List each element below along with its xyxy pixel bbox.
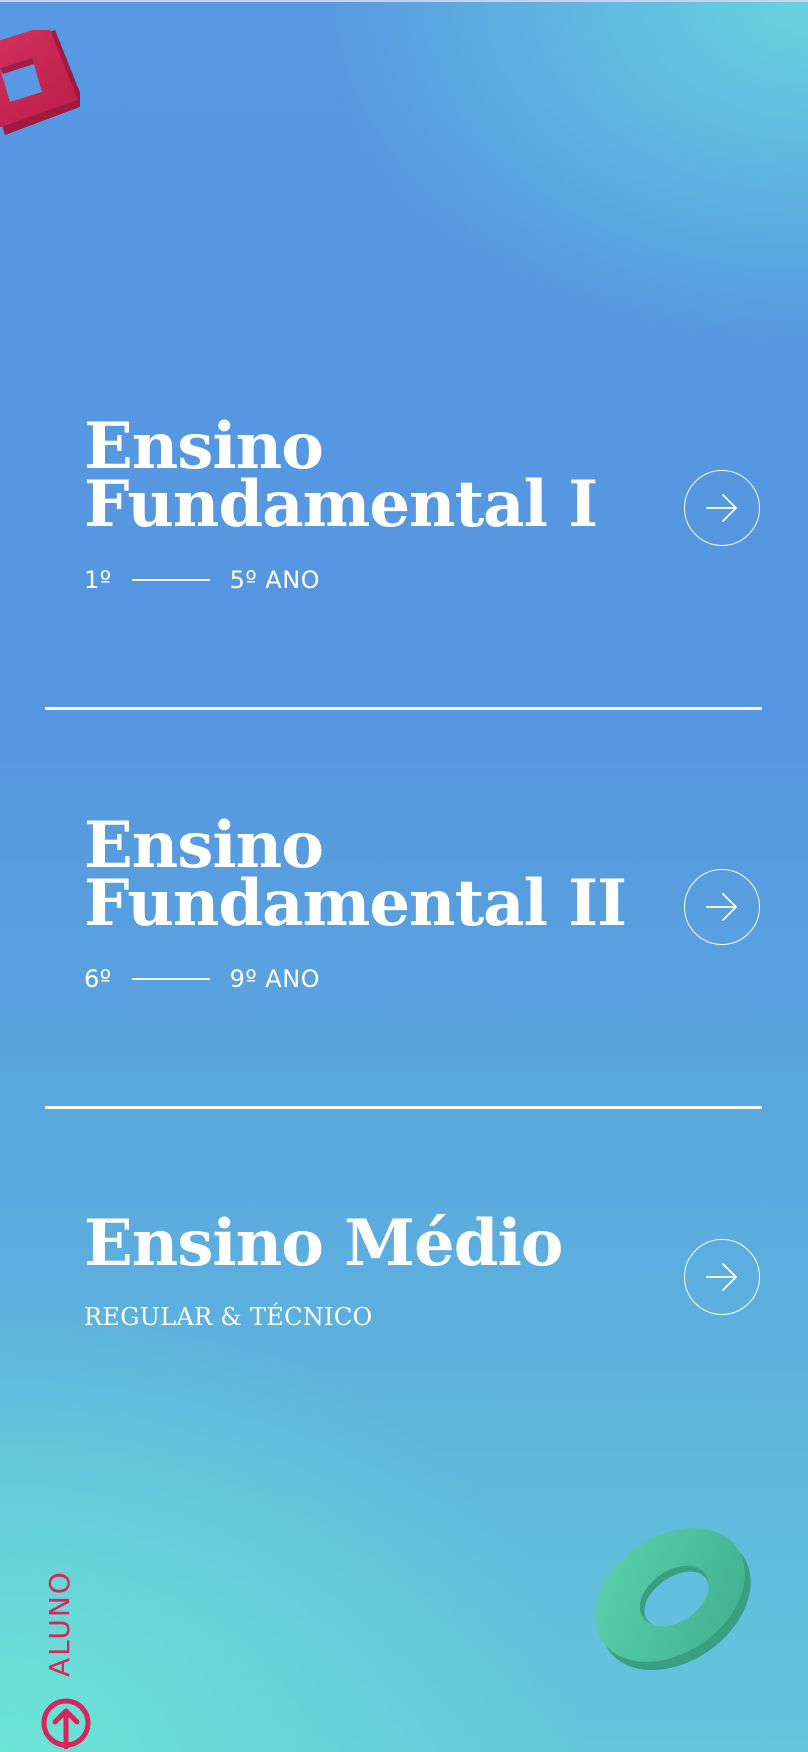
level-item-fundamental-1[interactable]: Ensino Fundamental I 1º 5º ANO <box>84 415 764 595</box>
arrow-up-circle-icon <box>41 1698 91 1749</box>
arrow-right-icon <box>706 893 737 921</box>
range-line <box>131 579 210 581</box>
divider <box>45 1106 762 1109</box>
level-title-line1: Ensino Médio <box>84 1206 563 1281</box>
level-grade-range: 6º 9º ANO <box>84 965 764 993</box>
medio-arrow-button[interactable] <box>684 1239 760 1315</box>
level-title-line2: Fundamental II <box>84 866 627 941</box>
level-grade-range: 1º 5º ANO <box>84 566 764 594</box>
arrow-right-icon <box>706 1263 737 1291</box>
ring-3d-icon <box>595 1528 751 1671</box>
divider <box>45 707 762 710</box>
arrow-right-icon <box>706 494 737 522</box>
level-item-medio[interactable]: Ensino Médio REGULAR & TÉCNICO <box>84 1206 764 1332</box>
page: Ensino Fundamental I 1º 5º ANO Ensino Fu… <box>0 0 808 1752</box>
fundamental-1-arrow-button[interactable] <box>684 470 760 546</box>
level-item-fundamental-2[interactable]: Ensino Fundamental II 6º 9º ANO <box>84 814 764 994</box>
range-end: 9º ANO <box>229 965 321 993</box>
level-subtitle: REGULAR & TÉCNICO <box>84 1303 373 1331</box>
range-start: 6º <box>84 965 112 993</box>
level-title: Ensino Fundamental II <box>84 814 764 941</box>
level-title-line2: Fundamental I <box>84 467 598 542</box>
range-end: 5º ANO <box>229 566 321 594</box>
level-title: Ensino Fundamental I <box>84 415 764 542</box>
fundamental-2-arrow-button[interactable] <box>684 869 760 945</box>
range-start: 1º <box>84 566 112 594</box>
aluno-label: ALUNO <box>43 1570 76 1677</box>
top-border <box>0 0 808 2</box>
range-line <box>131 978 210 980</box>
level-title: Ensino Médio <box>84 1206 764 1281</box>
square-frame-3d-icon <box>0 30 80 135</box>
